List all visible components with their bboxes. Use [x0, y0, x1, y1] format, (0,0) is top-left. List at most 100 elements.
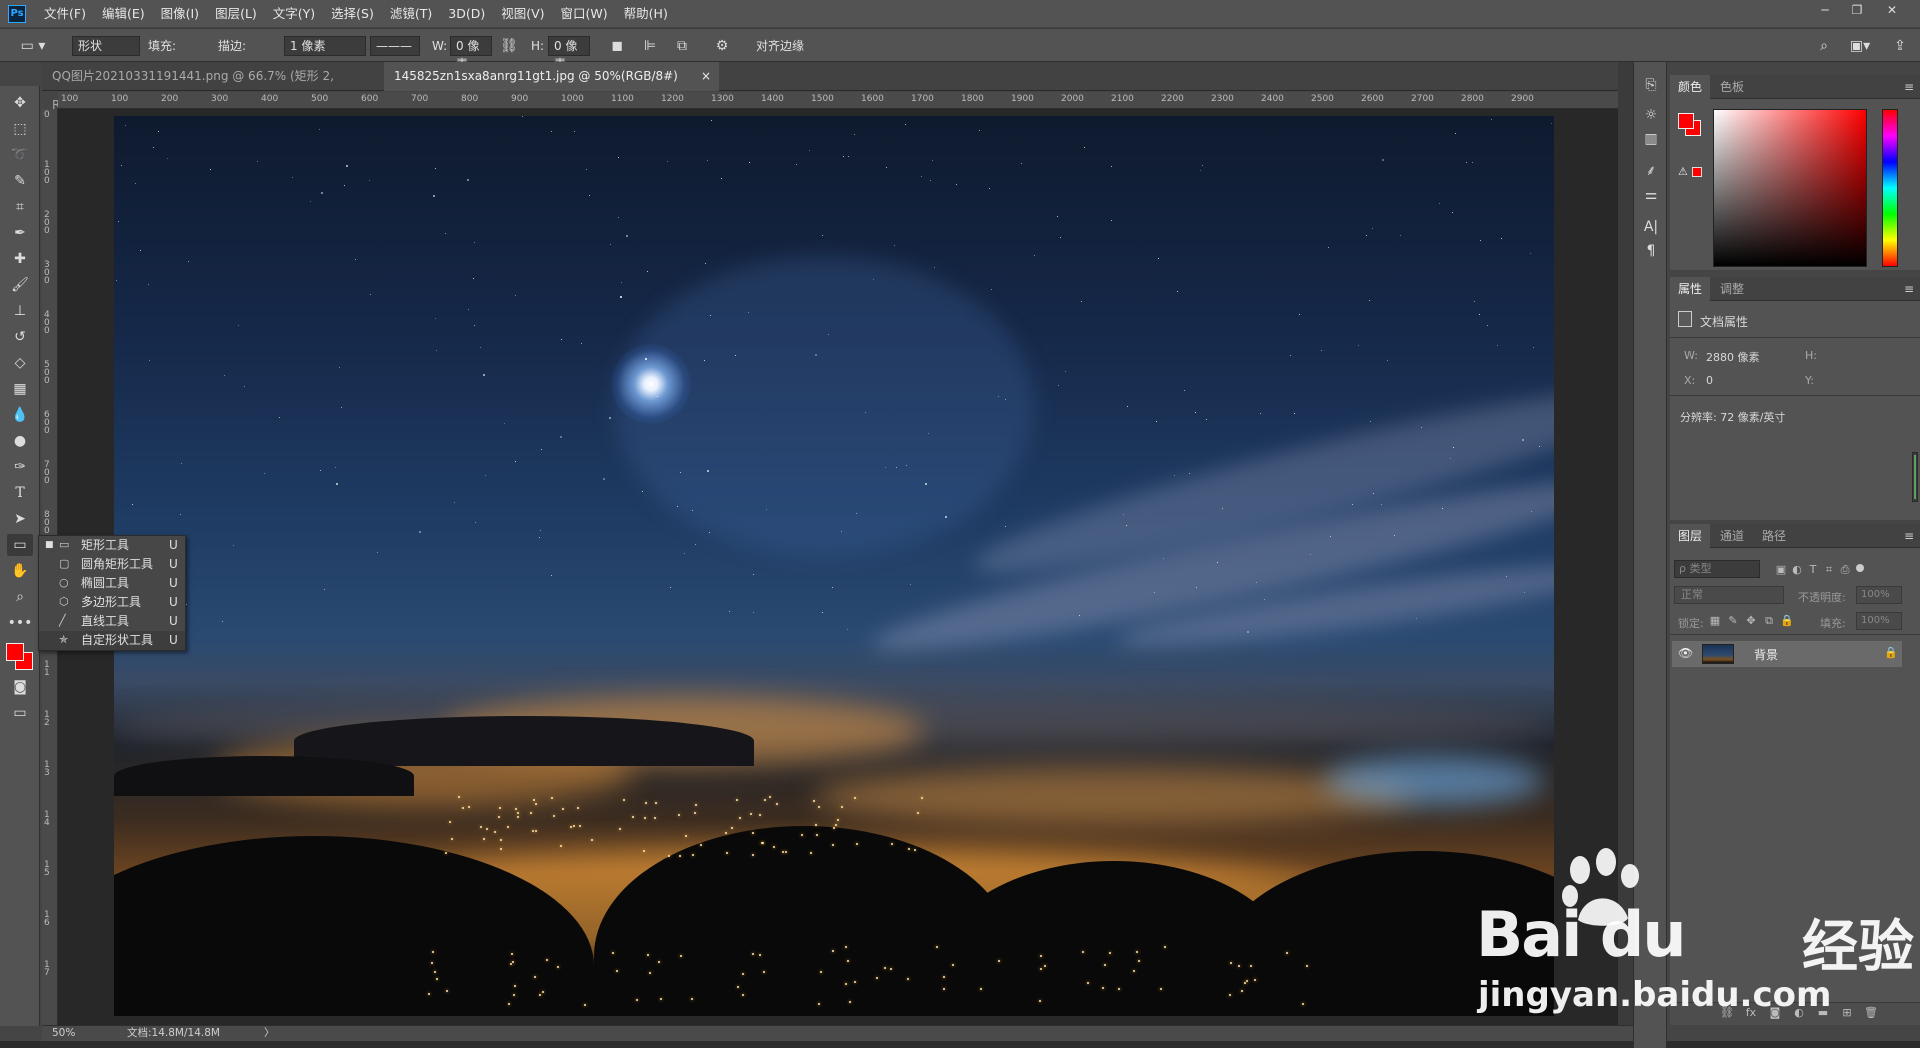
tab-layers[interactable]: 图层 [1670, 524, 1711, 548]
gamut-warning-icon[interactable]: ⚠ [1678, 165, 1688, 178]
tab-adjustments[interactable]: 调整 [1712, 277, 1752, 301]
polygon-tool-item[interactable]: ⬡ 多边形工具 U [39, 593, 185, 612]
search-icon[interactable]: ⌕ [1814, 37, 1834, 55]
shape-mode-select[interactable]: 形状 [72, 36, 140, 56]
light-panel-icon[interactable]: ☼ [1641, 106, 1661, 124]
tab-color[interactable]: 颜色 [1670, 75, 1711, 99]
scale-panel-icon[interactable]: ▥ [1641, 130, 1661, 148]
character-panel-icon[interactable]: A| [1641, 218, 1661, 236]
rounded-rectangle-tool-item[interactable]: ▢ 圆角矩形工具 U [39, 555, 185, 574]
width-value[interactable]: 2880 像素 [1706, 349, 1760, 365]
menu-help[interactable]: 帮助(H) [616, 0, 676, 27]
zoom-level[interactable]: 50% [52, 1026, 75, 1041]
path-alignment-icon[interactable]: ⊫ [640, 37, 660, 55]
gear-icon[interactable]: ⚙ [712, 37, 732, 55]
hand-tool-icon[interactable]: ✋ [7, 560, 33, 582]
stamp-tool-icon[interactable]: ⊥ [7, 300, 33, 322]
more-tools-icon[interactable]: ••• [7, 612, 33, 634]
custom-shape-tool-item[interactable]: ✯ 自定形状工具 U [39, 631, 185, 650]
quick-select-tool-icon[interactable]: ✎ [7, 170, 33, 192]
marquee-tool-icon[interactable]: ⬚ [7, 118, 33, 140]
workspace-icon[interactable]: ▣▾ [1846, 37, 1874, 55]
path-operations-icon[interactable]: ◼ [607, 37, 627, 55]
status-menu-arrow[interactable]: 〉 [264, 1026, 275, 1041]
filter-pixel-icon[interactable]: ▣ [1774, 563, 1788, 577]
rectangle-tool-item[interactable]: ■ ▭ 矩形工具 U [39, 536, 185, 555]
lasso-tool-icon[interactable]: ➰ [7, 144, 33, 166]
history-panel-icon[interactable]: ⎘ [1641, 76, 1661, 94]
visibility-eye-icon[interactable]: 👁 [1678, 646, 1693, 660]
foreground-color-swatch[interactable] [6, 643, 24, 661]
share-icon[interactable]: ⇪ [1890, 37, 1910, 55]
type-tool-icon[interactable]: T [7, 482, 33, 504]
filter-adjustment-icon[interactable]: ◐ [1790, 563, 1804, 577]
opacity-field[interactable]: 100% [1856, 586, 1902, 604]
tool-preset-icon[interactable]: ▭ ▾ [18, 37, 48, 55]
move-tool-icon[interactable]: ✥ [7, 92, 33, 114]
lock-all-icon[interactable]: 🔒 [1780, 614, 1794, 628]
menu-edit[interactable]: 编辑(E) [94, 0, 153, 27]
panel-menu-icon[interactable]: ≡ [1904, 75, 1914, 99]
properties-scrollbar[interactable] [1912, 452, 1918, 502]
gradient-tool-icon[interactable]: ▦ [7, 378, 33, 400]
hue-slider[interactable] [1882, 109, 1898, 267]
dodge-tool-icon[interactable]: ● [7, 430, 33, 452]
x-value[interactable]: 0 [1706, 374, 1713, 387]
lock-position-icon[interactable]: ✥ [1744, 614, 1758, 628]
path-select-tool-icon[interactable]: ➤ [7, 508, 33, 530]
restore-button[interactable]: ❐ [1843, 0, 1871, 20]
lock-transparent-icon[interactable]: ▦ [1708, 614, 1722, 628]
blur-tool-icon[interactable]: 💧 [7, 404, 33, 426]
brush-tool-icon[interactable]: 🖌 [7, 274, 33, 296]
close-tab-icon[interactable]: × [701, 62, 711, 91]
height-field[interactable]: 0 像素 [548, 36, 590, 71]
pen-tool-icon[interactable]: ✑ [7, 456, 33, 478]
panel-menu-icon[interactable]: ≡ [1904, 277, 1914, 301]
filter-smart-object-icon[interactable]: ⎙ [1838, 563, 1852, 577]
stroke-type-select[interactable]: ——— [370, 36, 420, 56]
minimize-button[interactable]: ─ [1811, 0, 1839, 20]
quick-mask-icon[interactable]: ◙ [7, 676, 33, 698]
tab-paths[interactable]: 路径 [1754, 524, 1794, 548]
link-icon[interactable]: ⛓ [500, 37, 518, 55]
menu-type[interactable]: 文字(Y) [265, 0, 323, 27]
eraser-tool-icon[interactable]: ◇ [7, 352, 33, 374]
screen-mode-icon[interactable]: ▭ [7, 702, 33, 724]
menu-window[interactable]: 窗口(W) [553, 0, 616, 27]
history-brush-tool-icon[interactable]: ↺ [7, 326, 33, 348]
fill-field[interactable]: 100% [1856, 612, 1902, 630]
menu-file[interactable]: 文件(F) [36, 0, 94, 27]
filter-toggle[interactable] [1856, 564, 1864, 572]
color-field[interactable] [1713, 109, 1867, 267]
tab-swatches[interactable]: 色板 [1712, 75, 1752, 99]
menu-view[interactable]: 视图(V) [493, 0, 552, 27]
menu-filter[interactable]: 滤镜(T) [382, 0, 440, 27]
menu-select[interactable]: 选择(S) [323, 0, 382, 27]
layer-name[interactable]: 背景 [1754, 646, 1778, 663]
menu-3d[interactable]: 3D(D) [440, 0, 493, 27]
tab-channels[interactable]: 通道 [1712, 524, 1752, 548]
filter-shape-icon[interactable]: ⌗ [1822, 563, 1836, 577]
tab-properties[interactable]: 属性 [1670, 277, 1711, 301]
blend-mode-select[interactable]: 正常 [1674, 586, 1784, 604]
filter-type-icon[interactable]: T [1806, 563, 1820, 577]
stroke-width-field[interactable]: 1 像素 [284, 36, 366, 56]
close-window-button[interactable]: ✕ [1878, 0, 1906, 20]
crop-tool-icon[interactable]: ⌗ [7, 196, 33, 218]
lock-artboard-icon[interactable]: ⧉ [1762, 614, 1776, 628]
ellipse-tool-item[interactable]: ○ 椭圆工具 U [39, 574, 185, 593]
brush-panel-icon[interactable]: ⸙ [1641, 162, 1661, 180]
width-field[interactable]: 0 像素 [450, 36, 492, 71]
layer-row-background[interactable]: 👁 背景 🔒 [1672, 641, 1902, 667]
menu-image[interactable]: 图像(I) [153, 0, 207, 27]
healing-tool-icon[interactable]: ✚ [7, 248, 33, 270]
paragraph-panel-icon[interactable]: ¶ [1641, 242, 1661, 260]
lock-image-icon[interactable]: ✎ [1726, 614, 1740, 628]
menu-layer[interactable]: 图层(L) [207, 0, 265, 27]
tab-qq-image[interactable]: QQ图片20210331191441.png @ 66.7% (矩形 2, RG… [42, 62, 382, 112]
brush-settings-icon[interactable]: ⚌ [1641, 186, 1661, 204]
zoom-tool-icon[interactable]: ⌕ [7, 586, 33, 608]
rectangle-tool-icon[interactable]: ▭ [7, 534, 33, 556]
line-tool-item[interactable]: ╱ 直线工具 U [39, 612, 185, 631]
layer-filter-select[interactable]: ρ 类型 [1674, 560, 1760, 578]
